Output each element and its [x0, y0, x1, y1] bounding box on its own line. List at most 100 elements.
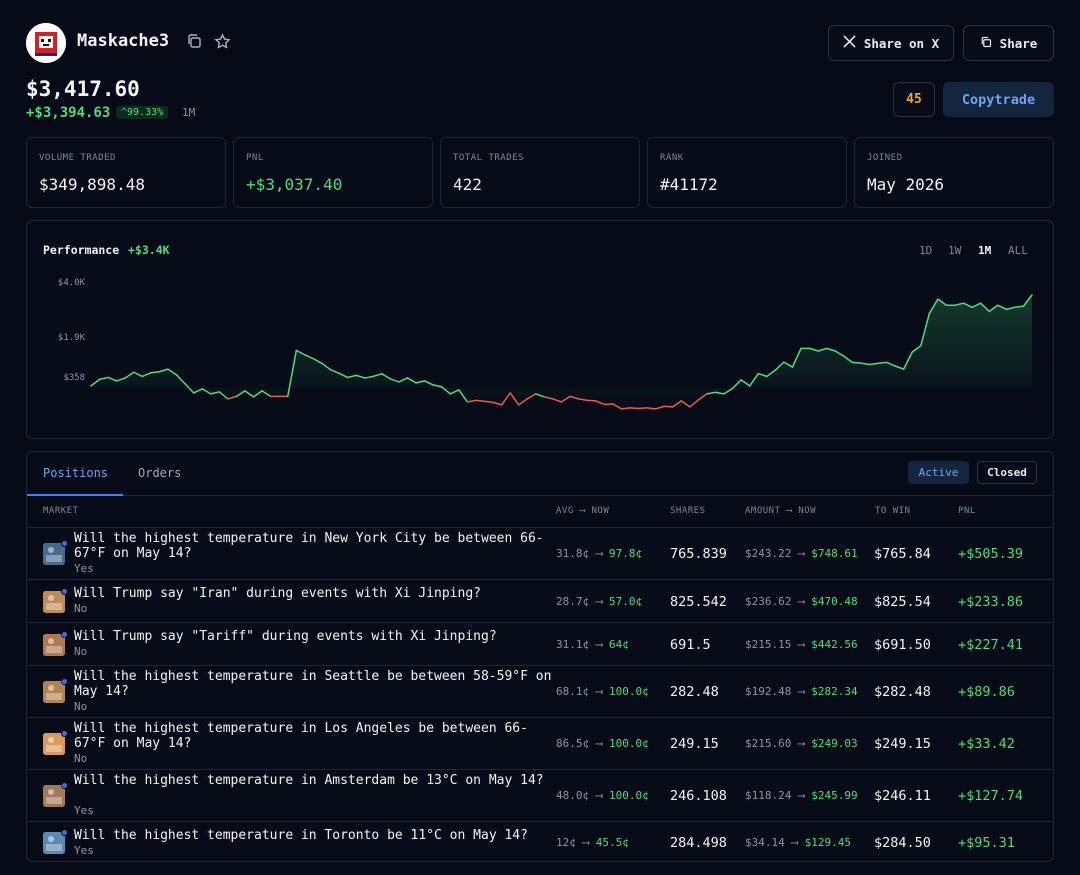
table-row[interactable]: Will Trump say "Iran" during events with… — [27, 579, 1053, 622]
stat-value: $349,898.48 — [39, 175, 145, 194]
score-badge[interactable]: 45 — [893, 82, 935, 117]
copy-icon — [980, 36, 992, 51]
amount-now: $129.45 — [804, 835, 851, 849]
market-question[interactable]: Will Trump say "Iran" during events with… — [74, 586, 554, 601]
amount: $192.48 — [745, 685, 792, 698]
status-dot — [61, 678, 68, 685]
market-thumbnail — [43, 828, 68, 854]
shares-cell: 284.498 — [670, 834, 727, 851]
chart-line-segment — [663, 405, 674, 408]
chart-line-segment — [629, 407, 640, 410]
filter-closed-button[interactable]: Closed — [977, 461, 1037, 484]
arrow-icon: ⟶ — [797, 637, 805, 651]
table-row[interactable]: Will Trump say "Tariff" during events wi… — [27, 622, 1053, 665]
avg-price: 48.0¢ — [556, 789, 590, 802]
amount-now: $245.99 — [811, 789, 858, 802]
portfolio-value: $3,417.60 — [26, 77, 140, 101]
portfolio-gain: +$3,394.63 — [26, 105, 111, 121]
col-header-to-win[interactable]: TO WIN — [875, 506, 911, 516]
pnl-cell: +$95.31 — [958, 834, 1015, 851]
chart-line-segment — [877, 361, 888, 365]
share-on-x-button[interactable]: Share on X — [828, 25, 954, 61]
avg-now-cell: 68.1¢ ⟶ 100.0¢ — [556, 685, 649, 698]
col-header-pnl[interactable]: PNL — [958, 506, 976, 516]
x-logo-icon — [843, 35, 856, 51]
star-icon[interactable] — [214, 33, 232, 51]
market-question[interactable]: Will Trump say "Tariff" during events wi… — [74, 629, 554, 644]
market-thumbnail — [43, 540, 68, 565]
copytrade-button[interactable]: Copytrade — [943, 82, 1054, 117]
arrow-icon: ⟶ — [595, 637, 603, 651]
share-on-x-label: Share on X — [863, 35, 940, 51]
table-row[interactable]: Will the highest temperature in New York… — [27, 527, 1053, 579]
table-row[interactable]: Will the highest temperature in Amsterda… — [27, 769, 1053, 821]
market-question[interactable]: Will the highest temperature in Seattle … — [74, 669, 554, 699]
stat-label: VOLUME TRADED — [39, 153, 116, 163]
market-question[interactable]: Will the highest temperature in Amsterda… — [74, 773, 554, 788]
stat-value: #41172 — [660, 175, 718, 194]
stat-label: PNL — [246, 153, 264, 163]
stat-value: +$3,037.40 — [246, 175, 343, 194]
chart-line-segment — [851, 361, 862, 364]
stat-value: May 2026 — [867, 175, 945, 194]
amount: $34.14 — [745, 835, 785, 849]
market-question[interactable]: Will the highest temperature in New York… — [74, 531, 554, 561]
stat-card-rank: RANK #41172 — [647, 137, 847, 208]
status-dot — [61, 828, 68, 836]
tab-active-indicator — [27, 494, 123, 496]
position-side: No — [74, 700, 88, 713]
avg-price: 28.7¢ — [556, 594, 590, 608]
now-price: 57.0¢ — [609, 594, 643, 608]
pnl-cell: +$33.42 — [958, 736, 1015, 752]
arrow-icon: ⟶ — [595, 685, 603, 698]
shares-cell: 282.48 — [670, 684, 719, 700]
col-header-shares[interactable]: SHARES — [670, 506, 706, 516]
stat-card-total-trades: TOTAL TRADES 422 — [440, 137, 640, 208]
arrow-icon: ⟶ — [797, 594, 805, 608]
market-thumbnail — [43, 587, 68, 613]
pnl-cell: +$127.74 — [958, 788, 1024, 804]
amount-now-cell: $215.60 ⟶ $249.03 — [745, 737, 858, 750]
avg-price: 31.8¢ — [556, 547, 590, 560]
stat-card-pnl: PNL +$3,037.40 — [233, 137, 433, 208]
avatar[interactable] — [26, 23, 66, 63]
share-button[interactable]: Share — [963, 25, 1054, 61]
table-row[interactable]: Will the highest temperature in Toronto … — [27, 821, 1053, 862]
shares-cell: 246.108 — [670, 788, 727, 804]
to-win-cell: $282.48 — [874, 684, 931, 700]
position-side: Yes — [74, 562, 94, 575]
table-row[interactable]: Will the highest temperature in Los Ange… — [27, 717, 1053, 769]
filter-active-button[interactable]: Active — [908, 461, 969, 484]
tab-orders[interactable]: Orders — [138, 466, 181, 480]
now-price: 64¢ — [609, 637, 629, 651]
pnl-cell: +$227.41 — [958, 636, 1024, 653]
stat-card-joined: JOINED May 2026 — [854, 137, 1054, 208]
to-win-cell: $249.15 — [874, 736, 931, 752]
col-header-amount-now[interactable]: AMOUNT ⟶ NOW — [745, 506, 816, 516]
tab-divider — [27, 495, 1053, 496]
amount-now: $442.56 — [811, 637, 858, 651]
copy-icon[interactable] — [186, 33, 204, 51]
to-win-cell: $246.11 — [874, 788, 931, 804]
to-win-cell: $284.50 — [874, 834, 931, 851]
market-question[interactable]: Will the highest temperature in Toronto … — [74, 828, 554, 843]
table-row[interactable]: Will the highest temperature in Seattle … — [27, 665, 1053, 717]
market-question[interactable]: Will the highest temperature in Los Ange… — [74, 721, 554, 751]
pnl-cell: +$89.86 — [958, 684, 1015, 700]
col-header-market[interactable]: MARKET — [43, 506, 79, 516]
shares-cell: 825.542 — [670, 593, 727, 610]
now-price: 100.0¢ — [609, 685, 649, 698]
username: Maskache3 — [77, 31, 170, 51]
stat-label: JOINED — [867, 153, 903, 163]
tab-positions[interactable]: Positions — [43, 466, 108, 480]
market-thumbnail — [43, 678, 68, 703]
col-header-avg-now[interactable]: AVG ⟶ NOW — [556, 506, 609, 516]
status-dot — [61, 782, 68, 789]
arrow-icon: ⟶ — [595, 547, 603, 560]
market-thumbnail — [43, 730, 68, 755]
amount-now: $470.48 — [811, 594, 858, 608]
arrow-icon: ⟶ — [791, 835, 798, 849]
avg-now-cell: 12¢ ⟶ 45.5¢ — [556, 836, 629, 849]
avg-now-cell: 48.0¢ ⟶ 100.0¢ — [556, 789, 649, 802]
market-thumbnail — [43, 630, 68, 656]
